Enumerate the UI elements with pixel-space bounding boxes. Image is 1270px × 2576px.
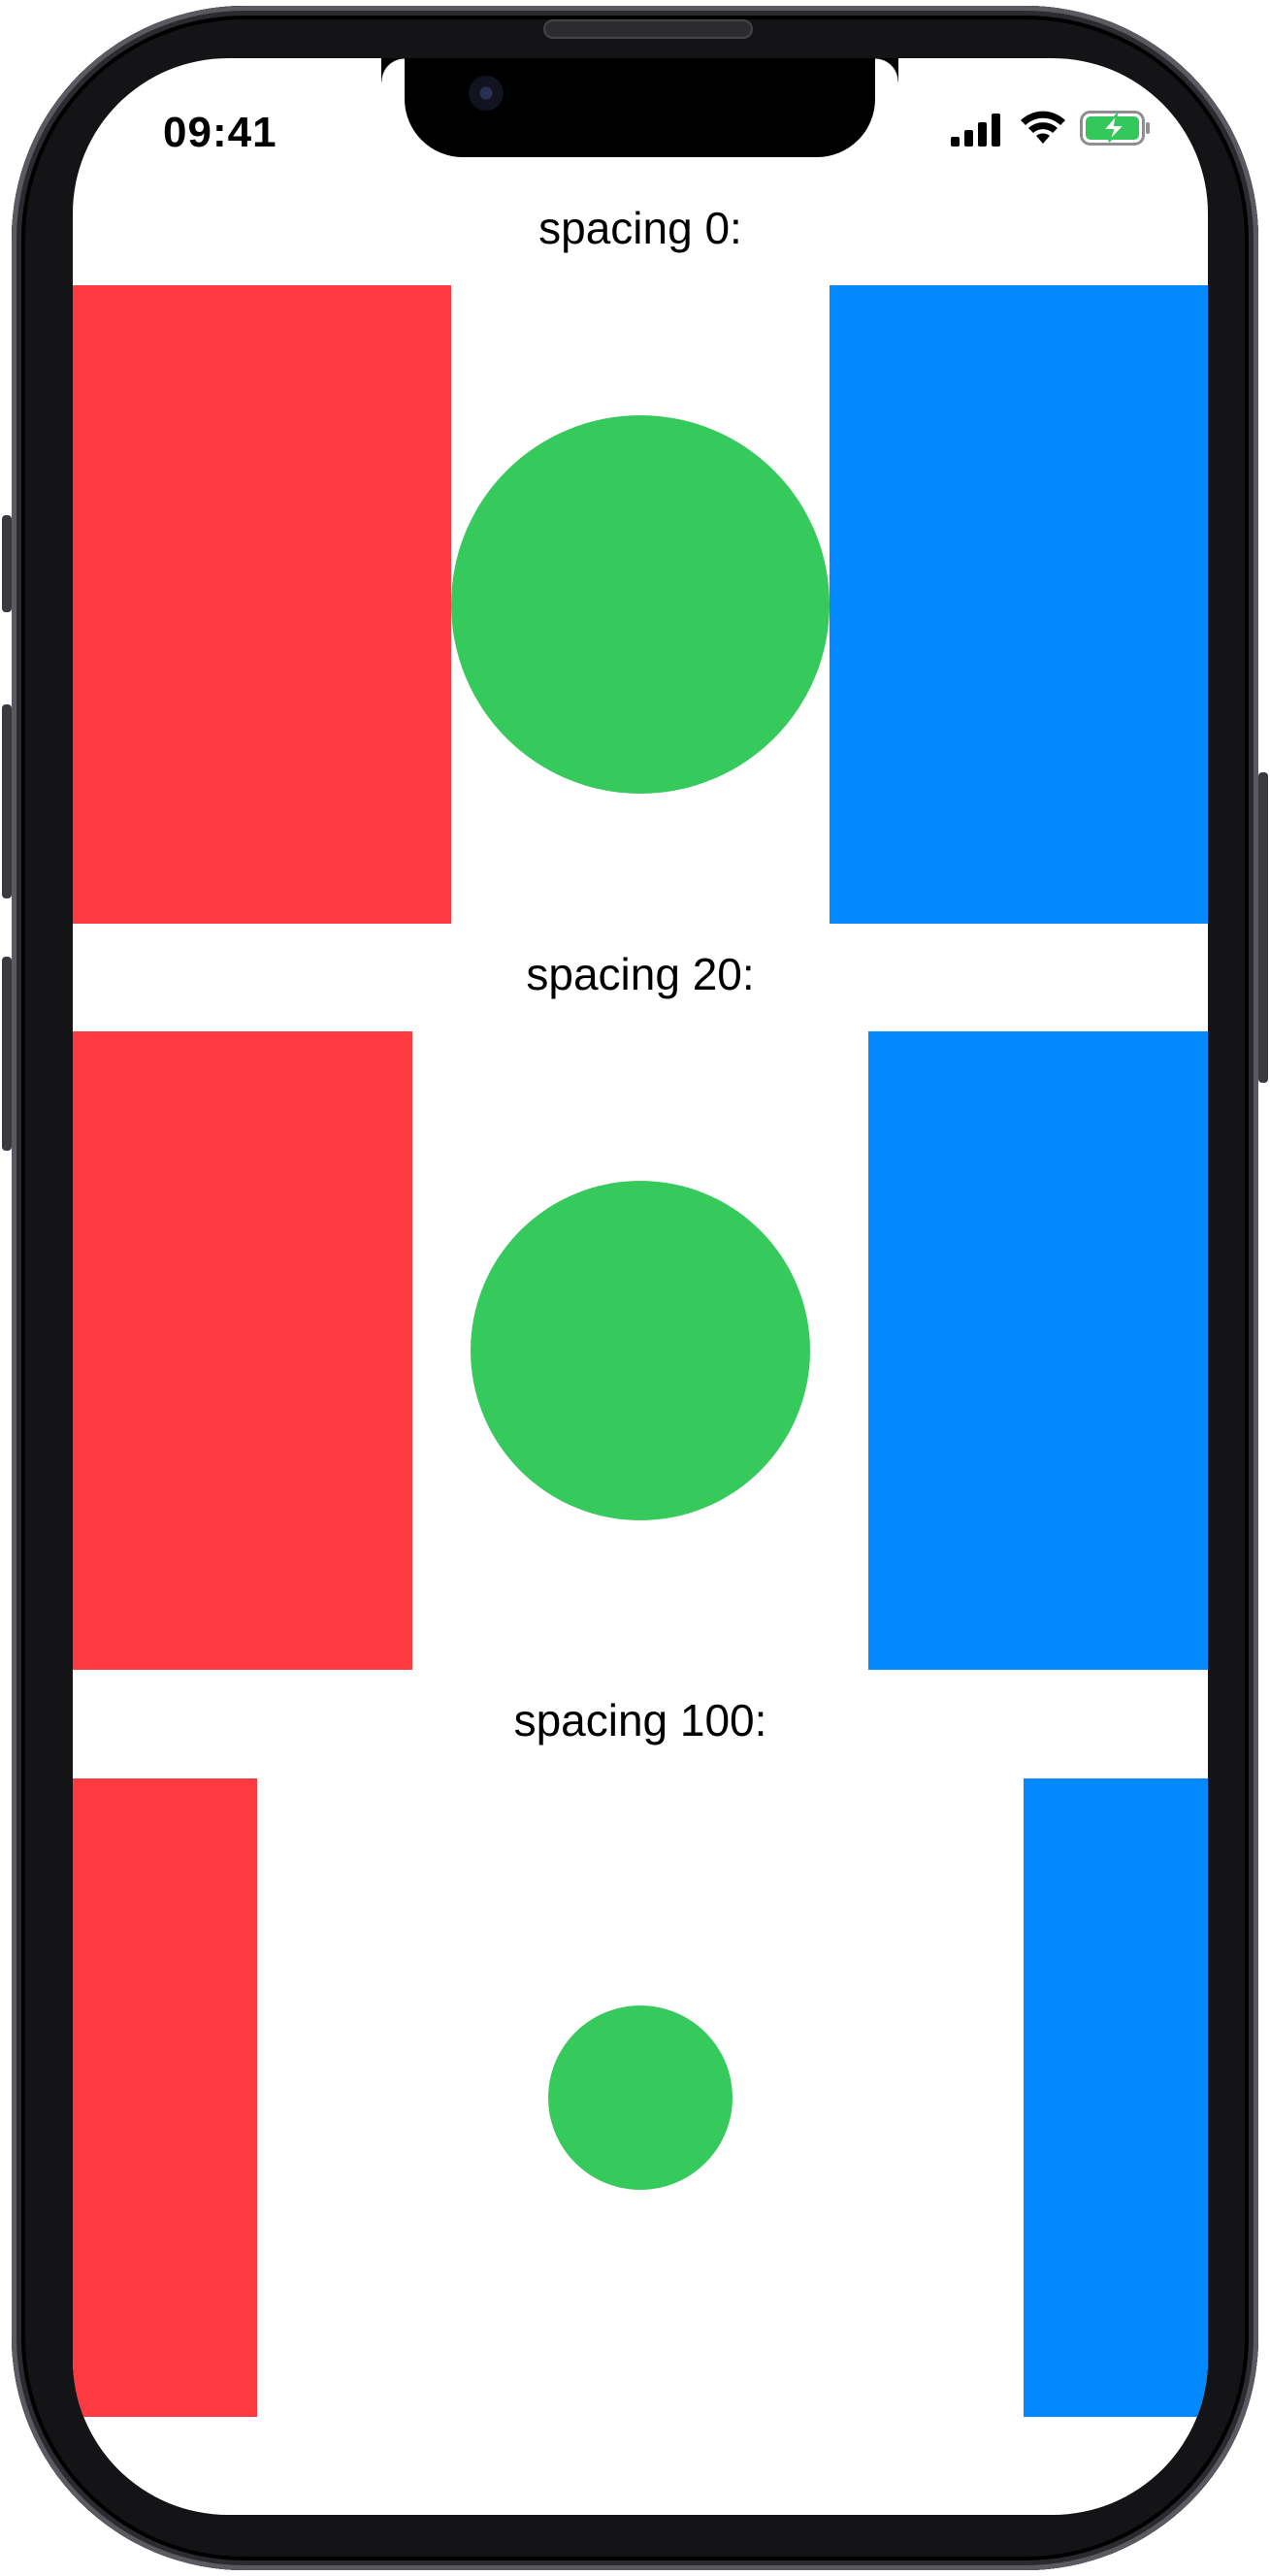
status-time: 09:41 (163, 109, 277, 156)
wifi-icon (1021, 111, 1065, 144)
green-circle (548, 2005, 733, 2190)
red-rectangle (73, 285, 451, 924)
power-button (1258, 772, 1268, 1083)
blue-rectangle (1024, 1778, 1208, 2417)
green-circle (471, 1181, 810, 1520)
blue-rectangle (868, 1031, 1208, 1670)
section-label-spacing-100: spacing 100: (513, 1695, 767, 1745)
battery-charging-icon (1080, 111, 1150, 146)
front-camera (469, 76, 504, 111)
green-circle (451, 415, 830, 794)
screen: 09:41 spacing 0: spacing 20: spacing 100… (73, 58, 1208, 2515)
volume-up-button (2, 704, 12, 898)
red-rectangle (73, 1031, 412, 1670)
section-label-spacing-20: spacing 20: (526, 949, 755, 999)
volume-down-button (2, 957, 12, 1151)
blue-rectangle (830, 285, 1208, 924)
earpiece-speaker (543, 19, 753, 39)
notch (405, 58, 898, 157)
section-label-spacing-0: spacing 0: (538, 203, 742, 253)
action-button (2, 515, 12, 612)
cellular-signal-icon (951, 114, 1000, 147)
red-rectangle (73, 1778, 257, 2417)
